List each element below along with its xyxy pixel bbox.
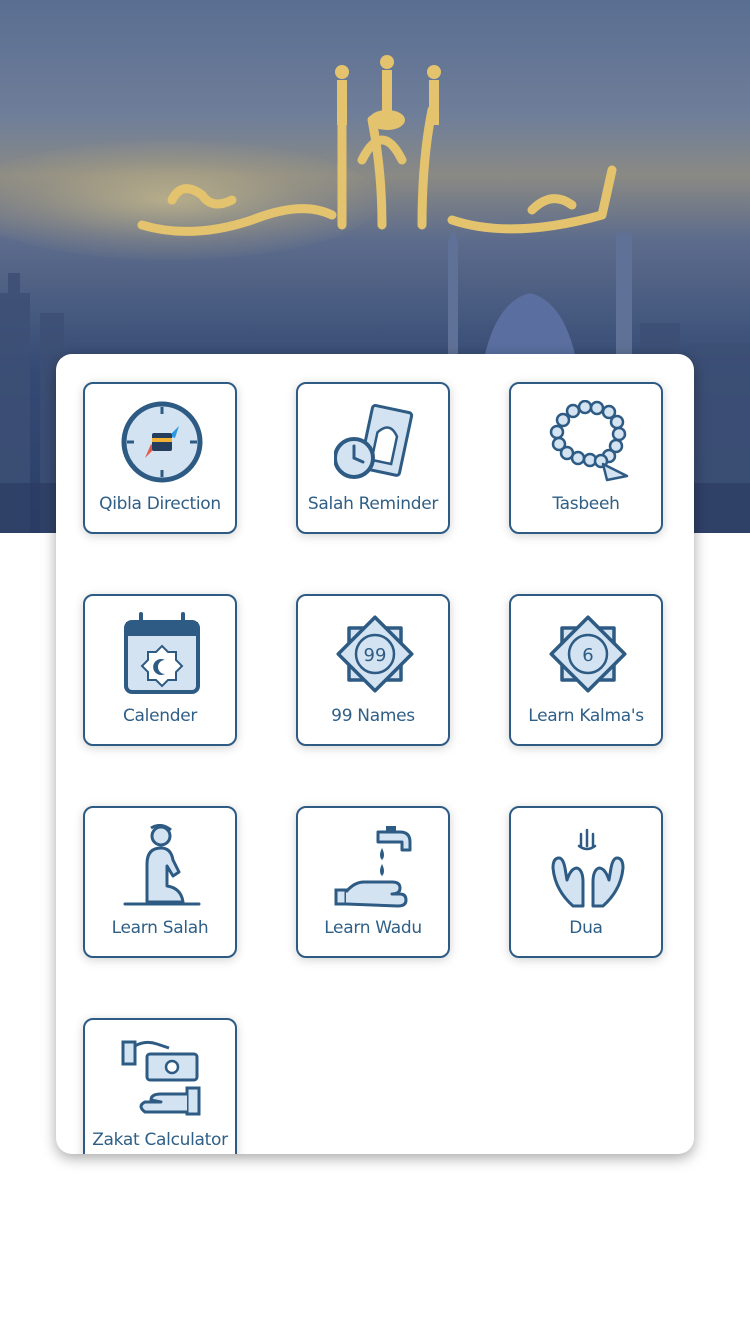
tile-label: Calender xyxy=(122,706,198,726)
zakat-calculator-tile[interactable]: Zakat Calculator xyxy=(83,1018,237,1154)
tile-label: Dua xyxy=(569,918,603,938)
qibla-direction-tile[interactable]: Qibla Direction xyxy=(83,382,237,534)
menu-panel: Qibla Direction Salah Reminder Tasbeeh C… xyxy=(56,354,694,1154)
dua-tile[interactable]: Dua xyxy=(509,806,663,958)
tile-label: Tasbeeh xyxy=(552,494,620,514)
salah-reminder-tile[interactable]: Salah Reminder xyxy=(296,382,450,534)
badge-text: 6 xyxy=(582,645,593,666)
badge-text: 99 xyxy=(364,645,387,666)
tile-label: 99 Names xyxy=(331,706,415,726)
compass-icon xyxy=(121,401,203,483)
99-names-tile[interactable]: 99 99 Names xyxy=(296,594,450,746)
tile-label: Salah Reminder xyxy=(307,494,439,514)
learn-salah-tile[interactable]: Learn Salah xyxy=(83,806,237,958)
praying-man-icon xyxy=(123,824,201,906)
tile-label: Zakat Calculator xyxy=(92,1130,228,1150)
prayer-mat-clock-icon xyxy=(334,404,414,479)
prayer-beads-icon xyxy=(549,400,629,482)
tap-hand-icon xyxy=(334,826,412,908)
tile-label: Learn Wadu xyxy=(324,918,422,938)
bismillah-calligraphy-logo xyxy=(137,55,617,236)
calender-tile[interactable]: Calender xyxy=(83,594,237,746)
star-99-icon: 99 xyxy=(336,615,414,693)
learn-wadu-tile[interactable]: Learn Wadu xyxy=(296,806,450,958)
learn-kalmas-tile[interactable]: 6 Learn Kalma's xyxy=(509,594,663,746)
tile-label: Learn Salah xyxy=(111,918,209,938)
tile-label: Qibla Direction xyxy=(99,494,221,514)
star-6-icon: 6 xyxy=(549,615,627,693)
raised-hands-icon xyxy=(551,828,625,908)
tasbeeh-tile[interactable]: Tasbeeh xyxy=(509,382,663,534)
tile-label: Learn Kalma's xyxy=(528,706,644,726)
money-hand-icon xyxy=(121,1040,201,1116)
calendar-icon xyxy=(124,612,200,694)
